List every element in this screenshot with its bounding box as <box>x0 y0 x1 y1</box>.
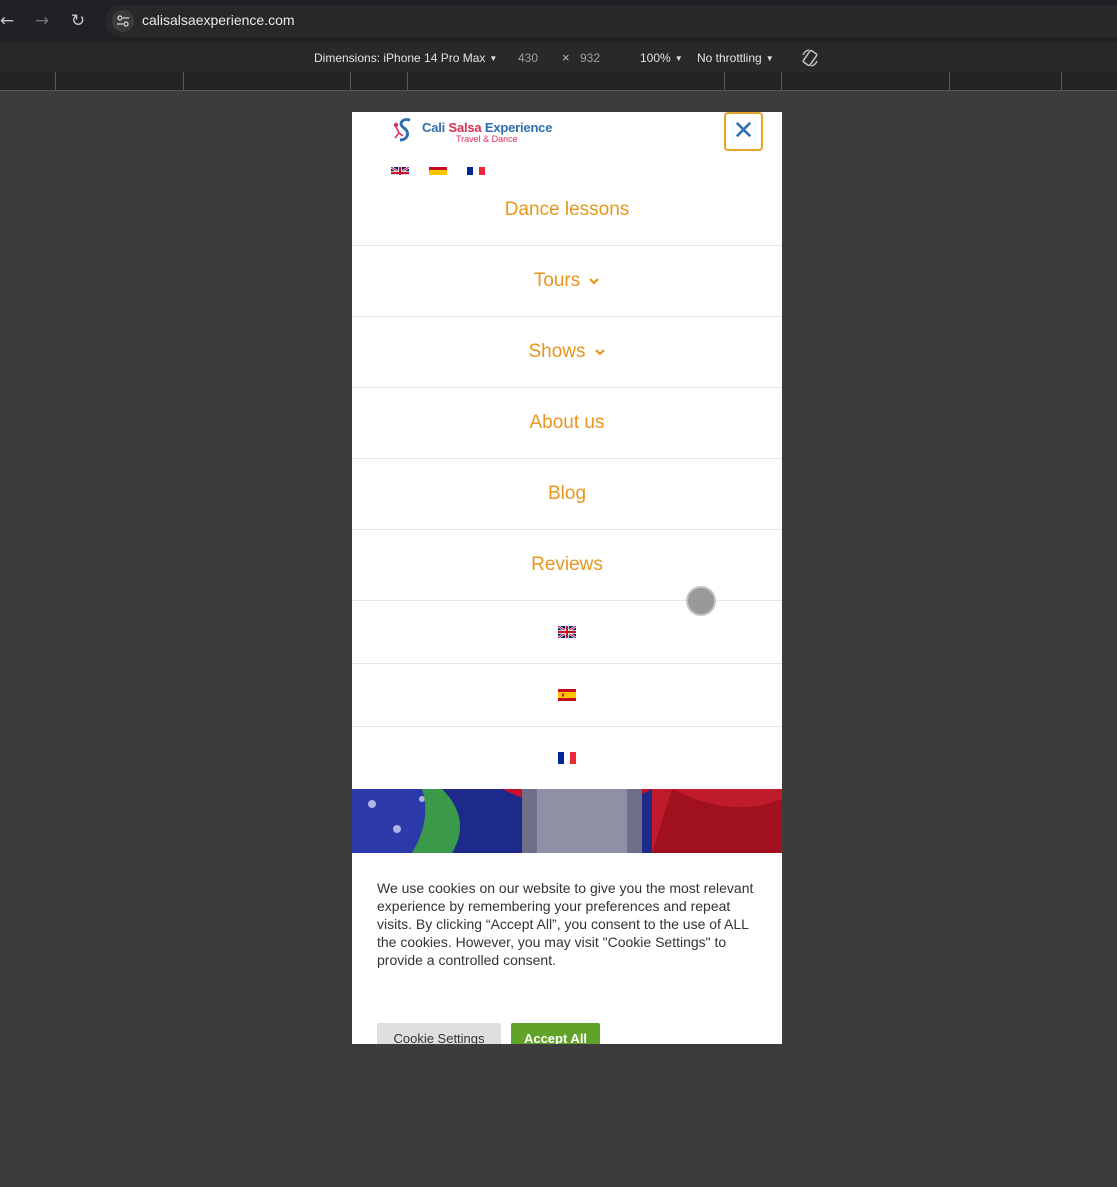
mobile-nav-menu: Dance lessons Tours Shows About us Blog … <box>352 175 782 790</box>
media-query-marker[interactable] <box>55 72 56 90</box>
france-flag-icon <box>558 752 576 764</box>
throttling-select[interactable]: No throttling ▼ <box>697 51 774 65</box>
cookie-consent-banner: We use cookies on our website to give yo… <box>352 853 782 1044</box>
chevron-down-icon[interactable] <box>594 346 606 358</box>
uk-flag-icon[interactable] <box>391 167 409 175</box>
site-logo[interactable]: Cali Salsa Experience Travel & Dance <box>390 116 570 146</box>
menu-item-language-french[interactable] <box>352 727 782 790</box>
logo-wordmark: Cali Salsa Experience <box>422 120 552 135</box>
logo-dancer-icon <box>393 118 411 142</box>
menu-item-blog[interactable]: Blog <box>352 459 782 530</box>
device-dimensions-select[interactable]: Dimensions: iPhone 14 Pro Max ▼ <box>314 51 497 65</box>
menu-item-label: Dance lessons <box>504 199 630 220</box>
device-toolbar: Dimensions: iPhone 14 Pro Max ▼ 430 × 932… <box>0 42 1117 72</box>
tune-icon[interactable] <box>112 10 134 32</box>
cookie-settings-button[interactable]: Cookie Settings <box>377 1023 501 1044</box>
menu-item-language-spanish[interactable] <box>352 664 782 727</box>
height-input[interactable]: 932 <box>580 51 600 65</box>
media-query-marker[interactable] <box>949 72 950 90</box>
menu-item-language-english[interactable] <box>352 601 782 664</box>
accept-all-button[interactable]: Accept All <box>511 1023 600 1044</box>
address-bar[interactable]: calisalsaexperience.com <box>105 5 1117 37</box>
cookie-consent-text: We use cookies on our website to give yo… <box>377 880 754 968</box>
menu-item-label: About us <box>529 412 605 433</box>
device-viewport: Cali Salsa Experience Travel & Dance ✕ D… <box>352 112 782 1044</box>
hero-image <box>352 789 782 853</box>
media-query-bar <box>0 72 1117 91</box>
media-query-marker[interactable] <box>350 72 351 90</box>
throttling-label: No throttling <box>697 51 762 65</box>
browser-toolbar: ← → ↻ calisalsaexperience.com <box>0 0 1117 42</box>
chevron-down-icon: ▼ <box>489 54 498 63</box>
rotate-icon[interactable] <box>800 48 820 68</box>
uk-flag-icon <box>558 626 576 638</box>
menu-item-reviews[interactable]: Reviews <box>352 530 782 601</box>
logo-word-cali: Cali <box>422 120 449 135</box>
back-arrow-icon[interactable]: ← <box>0 10 18 32</box>
media-query-marker[interactable] <box>407 72 408 90</box>
close-icon: ✕ <box>732 116 755 146</box>
menu-item-about-us[interactable]: About us <box>352 388 782 459</box>
media-query-marker[interactable] <box>183 72 184 90</box>
menu-item-label: Reviews <box>531 554 603 575</box>
menu-item-shows[interactable]: Shows <box>352 317 782 388</box>
logo-word-salsa: Salsa <box>448 120 482 135</box>
zoom-select[interactable]: 100% ▼ <box>640 51 683 65</box>
spain-flag-icon[interactable] <box>429 167 447 175</box>
reload-icon[interactable]: ↻ <box>67 10 89 32</box>
menu-item-dance-lessons[interactable]: Dance lessons <box>352 175 782 246</box>
zoom-label: 100% <box>640 51 671 65</box>
menu-close-button[interactable]: ✕ <box>724 112 763 151</box>
france-flag-icon[interactable] <box>467 167 485 175</box>
menu-item-label: Shows <box>528 341 586 362</box>
device-dimensions-label: Dimensions: iPhone 14 Pro Max <box>314 51 486 65</box>
menu-item-label: Tours <box>533 270 581 291</box>
media-query-marker[interactable] <box>781 72 782 90</box>
touch-emulation-cursor <box>686 586 716 616</box>
media-query-marker[interactable] <box>1061 72 1062 90</box>
logo-word-experience: Experience <box>481 120 553 135</box>
media-query-marker[interactable] <box>724 72 725 90</box>
site-header: Cali Salsa Experience Travel & Dance ✕ <box>352 112 782 175</box>
menu-item-tours[interactable]: Tours <box>352 246 782 317</box>
forward-arrow-icon[interactable]: → <box>31 10 53 32</box>
logo-tagline: Travel & Dance <box>456 134 518 144</box>
width-input[interactable]: 430 <box>518 51 538 65</box>
chevron-down-icon: ▼ <box>765 54 774 63</box>
url-text[interactable]: calisalsaexperience.com <box>142 12 295 28</box>
times-symbol: × <box>562 50 570 65</box>
spain-flag-icon <box>558 689 576 701</box>
chevron-down-icon: ▼ <box>674 54 683 63</box>
chevron-down-icon[interactable] <box>588 275 600 287</box>
menu-item-label: Blog <box>547 483 587 504</box>
